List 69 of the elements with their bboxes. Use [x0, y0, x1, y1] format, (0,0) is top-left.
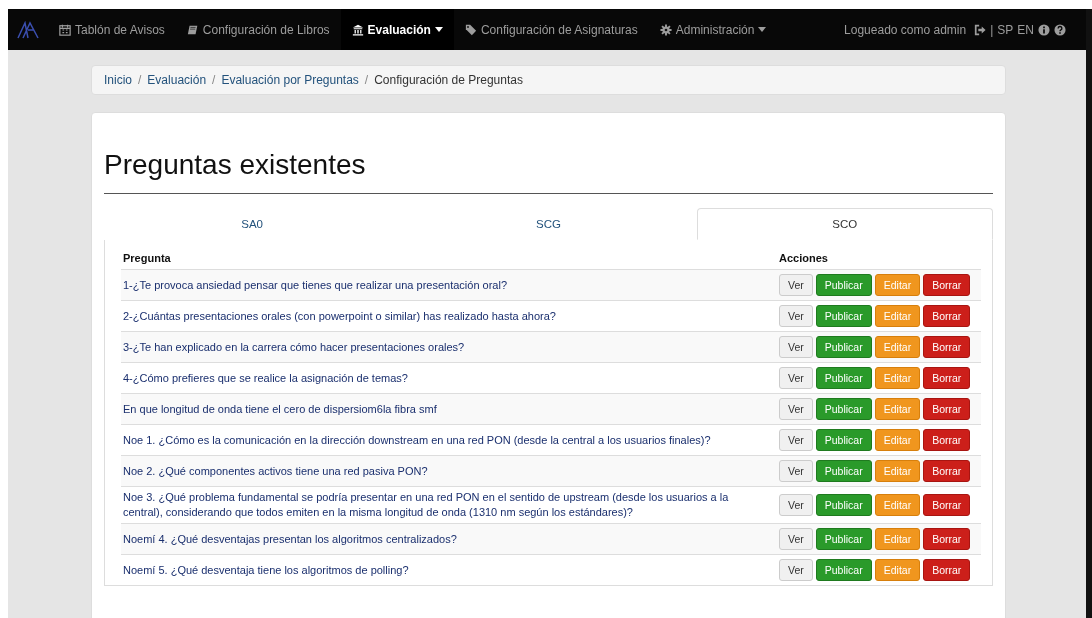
action-button[interactable]: Publicar	[815, 528, 872, 550]
action-button[interactable]: Borrar	[923, 274, 971, 296]
gear-icon	[659, 23, 672, 36]
breadcrumb-separator: /	[364, 73, 369, 87]
action-button[interactable]: Ver	[779, 460, 813, 482]
separator-text: |	[990, 22, 994, 37]
action-button[interactable]: Publicar	[815, 429, 872, 451]
breadcrumb-current: Configuración de Preguntas	[374, 73, 523, 87]
question-text: Noe 3. ¿Qué problema fundamental se podría presentar en una red PON en el sentido de upstream (desde los usuarios a la central), considerando que todos emiten en la misma longitud de onda (1310 nm según los estándares)?	[122, 490, 730, 520]
question-text: Noemí 5. ¿Qué desventaja tiene los algoritmos de polling?	[122, 562, 410, 578]
nav-menu-item[interactable]: Administración	[648, 9, 778, 50]
action-button[interactable]: Ver	[779, 494, 813, 516]
help-icon[interactable]	[1054, 23, 1066, 36]
action-button[interactable]: Publicar	[815, 460, 872, 482]
action-button[interactable]: Borrar	[923, 494, 971, 516]
action-button[interactable]: Ver	[779, 336, 813, 358]
action-button[interactable]: Ver	[779, 528, 813, 550]
language-link[interactable]: EN	[1017, 22, 1034, 37]
question-text: 4-¿Cómo prefieres que se realice la asignación de temas?	[122, 370, 409, 386]
action-button[interactable]: Publicar	[815, 494, 872, 516]
action-button[interactable]: Borrar	[923, 336, 971, 358]
action-button[interactable]: Publicar	[815, 559, 872, 581]
breadcrumb-link[interactable]: Evaluación por Preguntas	[221, 73, 359, 87]
action-button[interactable]: Publicar	[815, 336, 872, 358]
action-button[interactable]: Publicar	[815, 398, 872, 420]
nav-menu-item[interactable]: Configuración de Asignaturas	[453, 9, 649, 50]
action-button[interactable]: Borrar	[923, 559, 971, 581]
action-button[interactable]: Ver	[779, 398, 813, 420]
breadcrumb-link[interactable]: Evaluación	[147, 73, 207, 87]
action-button[interactable]: Publicar	[815, 367, 872, 389]
question-text: 1-¿Te provoca ansiedad pensar que tienes que realizar una presentación oral?	[122, 277, 509, 293]
tab[interactable]: SCO	[696, 208, 993, 240]
page-title: Preguntas existentes	[104, 149, 993, 194]
question-text: Noemí 4. ¿Qué desventajas presentan los algoritmos centralizados?	[122, 531, 458, 547]
breadcrumb-link[interactable]: Inicio	[104, 73, 132, 87]
question-text: Noe 2. ¿Qué componentes activos tiene una red pasiva PON?	[122, 463, 429, 479]
action-button[interactable]: Publicar	[815, 305, 872, 327]
info-icon[interactable]	[1038, 23, 1050, 36]
question-text: 2-¿Cuántas presentaciones orales (con powerpoint o similar) has realizado hasta ahora?	[122, 308, 557, 324]
column-header: Acciones	[779, 252, 829, 264]
question-text: Noe 1. ¿Cómo es la comunicación en la dirección downstream en una red PON (desde la central a los usuarios finales)?	[122, 432, 712, 448]
tags-icon	[464, 23, 477, 36]
action-button[interactable]: Borrar	[923, 528, 971, 550]
action-button[interactable]: Ver	[779, 559, 813, 581]
breadcrumb-separator: /	[138, 73, 142, 87]
action-button[interactable]: Borrar	[923, 398, 971, 420]
language-link[interactable]: SP	[997, 22, 1014, 37]
sign-out-icon[interactable]	[974, 23, 987, 36]
action-button[interactable]: Borrar	[923, 429, 971, 451]
logo-icon[interactable]	[17, 20, 39, 39]
action-button[interactable]: Ver	[779, 305, 813, 327]
nav-menu-item[interactable]: Evaluación	[340, 9, 454, 50]
question-text: En que longitud de onda tiene el cero de dispersiom6la fibra smf	[122, 401, 438, 417]
action-button[interactable]: Ver	[779, 429, 813, 451]
nav-menu-item[interactable]: Configuración de Libros	[175, 9, 341, 50]
logged-in-user-text: Logueado como admin	[844, 22, 967, 37]
action-button[interactable]: Ver	[779, 274, 813, 296]
breadcrumb-separator: /	[212, 73, 216, 87]
column-header: Pregunta	[122, 252, 172, 264]
question-text: 3-¿Te han explicado en la carrera cómo hacer presentaciones orales?	[122, 339, 466, 355]
nav-menu-item[interactable]: Tablón de Avisos	[48, 9, 176, 50]
action-button[interactable]: Ver	[779, 367, 813, 389]
action-button[interactable]: Publicar	[815, 274, 872, 296]
book-icon	[186, 23, 199, 36]
action-button[interactable]: Borrar	[923, 460, 971, 482]
calendar-icon	[59, 23, 71, 36]
action-button[interactable]: Borrar	[923, 305, 971, 327]
bank-icon	[351, 23, 364, 36]
action-button[interactable]: Borrar	[923, 367, 971, 389]
